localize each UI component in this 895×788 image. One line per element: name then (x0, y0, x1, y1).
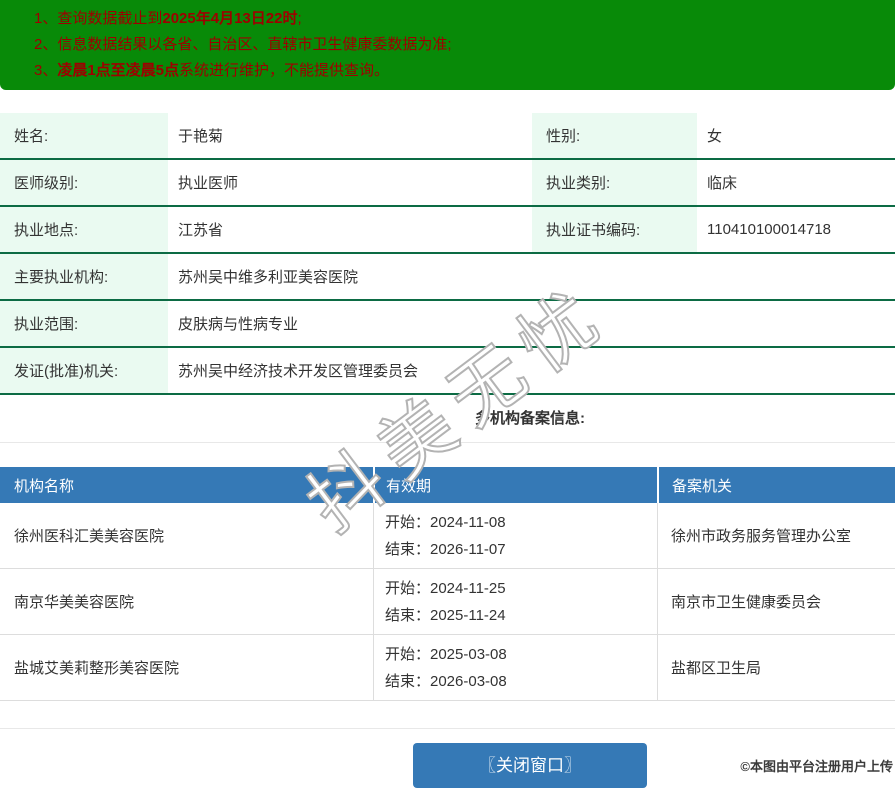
name-label: 姓名: (0, 113, 168, 158)
org-name: 南京华美美容医院 (14, 594, 135, 611)
table-row: 徐州医科汇美美容医院 开始：2024-11-08 结束：2026-11-07 徐… (0, 503, 895, 569)
validity-period: 开始：2025-03-08 结束：2026-03-08 (373, 635, 657, 700)
table-row: 姓名: 于艳菊 性别: 女 (0, 113, 895, 160)
validity-period: 开始：2024-11-08 结束：2026-11-07 (373, 503, 657, 568)
validity-start: 开始：2024-11-25 (385, 579, 506, 597)
validity-period: 开始：2024-11-25 结束：2025-11-24 (373, 569, 657, 634)
validity-start: 开始：2025-03-08 (385, 645, 507, 663)
org-name: 盐城艾美莉整形美容医院 (14, 660, 180, 677)
column-header-authority: 备案机关 (657, 467, 895, 503)
notice-line-3: 3、凌晨1点至凌晨5点系统进行维护，不能提供查询。 (34, 62, 390, 79)
table-row: 发证(批准)机关: 苏州吴中经济技术开发区管理委员会 (0, 348, 895, 395)
table-row: 南京华美美容医院 开始：2024-11-25 结束：2025-11-24 南京市… (0, 569, 895, 635)
location-value: 江苏省 (178, 222, 224, 239)
divider (0, 728, 895, 729)
column-header-validity: 有效期 (373, 467, 657, 503)
gender-label: 性别: (532, 113, 697, 158)
level-label: 医师级别: (0, 160, 168, 205)
practitioner-profile-table: 姓名: 于艳菊 性别: 女 医师级别: 执业医师 执业类别: 临床 执业地点: … (0, 113, 895, 395)
org-name: 徐州医科汇美美容医院 (14, 528, 165, 545)
location-label: 执业地点: (0, 207, 168, 252)
cert-number-value: 110410100014718 (707, 221, 832, 238)
filing-table: 机构名称 有效期 备案机关 徐州医科汇美美容医院 开始：2024-11-08 结… (0, 467, 895, 701)
main-org-label: 主要执业机构: (0, 254, 168, 299)
filing-table-header: 机构名称 有效期 备案机关 (0, 467, 895, 503)
level-value: 执业医师 (178, 175, 239, 192)
table-row: 主要执业机构: 苏州吴中维多利亚美容医院 (0, 254, 895, 301)
category-label: 执业类别: (532, 160, 697, 205)
filing-section-title: 多机构备案信息: (475, 410, 585, 427)
issuer-label: 发证(批准)机关: (0, 348, 168, 393)
close-window-button[interactable]: 〖关闭窗口〗 (413, 743, 647, 788)
table-row: 医师级别: 执业医师 执业类别: 临床 (0, 160, 895, 207)
divider (0, 442, 895, 443)
notice-line-2: 2、信息数据结果以各省、自治区、直辖市卫生健康委数据为准; (34, 36, 452, 53)
validity-end: 结束：2025-11-24 (385, 606, 506, 624)
filing-authority: 盐都区卫生局 (657, 635, 895, 700)
column-header-org: 机构名称 (14, 477, 75, 495)
main-org-value: 苏州吴中维多利亚美容医院 (178, 269, 359, 286)
cert-number-label: 执业证书编码: (532, 207, 697, 252)
notice-banner: 1、查询数据截止到2025年4月13日22时; 2、信息数据结果以各省、自治区、… (0, 0, 895, 90)
table-row: 执业地点: 江苏省 执业证书编码: 110410100014718 (0, 207, 895, 254)
scope-value: 皮肤病与性病专业 (178, 316, 299, 333)
filing-authority: 徐州市政务服务管理办公室 (657, 503, 895, 568)
validity-end: 结束：2026-11-07 (385, 540, 506, 558)
upload-credit-watermark: ©本图由平台注册用户上传 (740, 759, 893, 774)
validity-start: 开始：2024-11-08 (385, 513, 506, 531)
filing-authority: 南京市卫生健康委员会 (657, 569, 895, 634)
scope-label: 执业范围: (0, 301, 168, 346)
gender-value: 女 (707, 128, 723, 145)
issuer-value: 苏州吴中经济技术开发区管理委员会 (178, 363, 419, 380)
notice-line-1: 1、查询数据截止到2025年4月13日22时; (34, 10, 302, 27)
category-value: 临床 (707, 175, 738, 192)
table-row: 盐城艾美莉整形美容医院 开始：2025-03-08 结束：2026-03-08 … (0, 635, 895, 701)
table-row: 执业范围: 皮肤病与性病专业 (0, 301, 895, 348)
validity-end: 结束：2026-03-08 (385, 672, 507, 690)
name-value: 于艳菊 (178, 128, 224, 145)
